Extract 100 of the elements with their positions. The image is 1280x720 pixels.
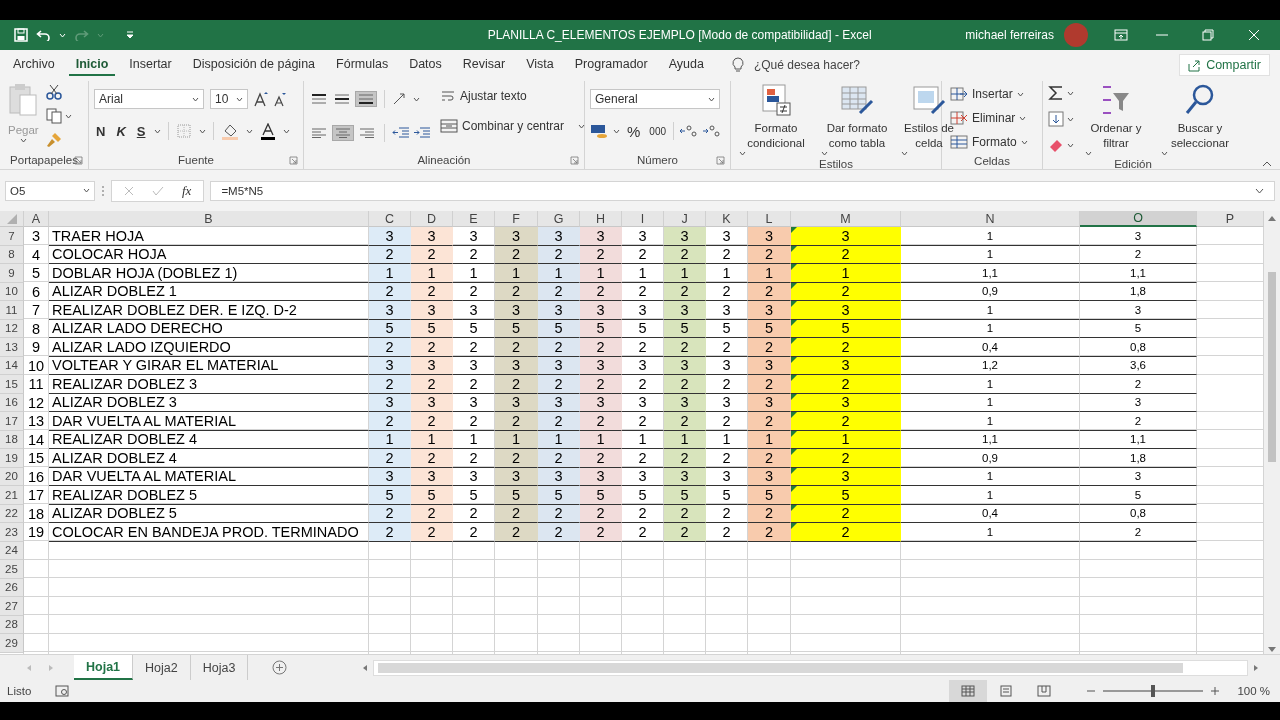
dropdown-caret-icon[interactable] (192, 96, 199, 102)
add-sheet-icon[interactable] (272, 660, 288, 675)
row-header[interactable]: 11 (0, 301, 24, 320)
dropdown-caret-icon[interactable] (83, 188, 90, 193)
fill-color-icon[interactable] (221, 122, 240, 140)
eraser-icon[interactable] (1048, 137, 1064, 153)
ribbon-tab[interactable]: Vista (519, 54, 561, 76)
caret-icon[interactable] (578, 123, 586, 129)
ribbon-tab[interactable]: Inicio (68, 54, 116, 76)
ribbon-tab[interactable]: Revisar (455, 54, 513, 76)
number-format-field[interactable]: General (590, 89, 720, 109)
increase-decimal-icon[interactable] (679, 123, 698, 139)
macro-record-icon[interactable] (55, 685, 70, 697)
align-top-button[interactable] (309, 92, 329, 106)
row-header[interactable]: 9 (0, 264, 24, 283)
bold-button[interactable]: N (94, 123, 108, 139)
caret-icon[interactable] (1067, 116, 1074, 122)
caret-icon[interactable] (1016, 91, 1024, 97)
caret-icon[interactable] (199, 128, 207, 134)
thousands-button[interactable]: 000 (647, 125, 669, 137)
caret-icon[interactable] (901, 151, 908, 156)
ribbon-tab[interactable]: Insertar (122, 54, 179, 76)
ribbon-tab[interactable]: Fórmulas (329, 54, 396, 76)
caret-icon[interactable] (154, 128, 162, 134)
font-name-field[interactable]: Arial (94, 89, 204, 109)
caret-icon[interactable] (1085, 151, 1092, 156)
align-middle-button[interactable] (332, 92, 352, 106)
check-icon[interactable] (152, 185, 164, 196)
dialog-launcher-icon[interactable] (570, 156, 579, 165)
row-header[interactable]: 17 (0, 412, 24, 431)
insert-function-button[interactable]: fx (182, 182, 192, 199)
scissors-icon[interactable] (45, 84, 62, 100)
ribbon-tab[interactable]: Disposición de página (185, 54, 323, 76)
row-header[interactable]: 19 (0, 449, 24, 468)
tell-me-field[interactable]: ¿Qué desea hacer? (753, 58, 860, 72)
dropdown-caret-icon[interactable] (236, 96, 243, 102)
row-header[interactable]: 15 (0, 375, 24, 394)
expand-caret-icon[interactable] (1255, 187, 1264, 194)
caret-icon[interactable] (1067, 90, 1074, 96)
caret-icon[interactable] (413, 96, 420, 102)
align-bottom-button[interactable] (355, 91, 377, 107)
row-header[interactable]: 7 (0, 227, 24, 246)
scroll-left-icon[interactable] (361, 663, 370, 672)
ribbon-tab[interactable]: Archivo (6, 54, 62, 76)
sum-icon[interactable] (1048, 85, 1064, 101)
dialog-launcher-icon[interactable] (716, 156, 725, 165)
row-header[interactable]: 21 (0, 486, 24, 505)
column-header[interactable]: O (1080, 211, 1197, 227)
dialog-launcher-icon[interactable] (289, 156, 298, 165)
normal-view-button[interactable] (949, 680, 988, 702)
row-header[interactable]: 13 (0, 338, 24, 357)
align-right-button[interactable] (357, 126, 377, 140)
zoom-level[interactable]: 100 % (1237, 685, 1270, 697)
save-icon[interactable] (14, 28, 28, 42)
format-as-table-button[interactable]: Dar formato como tabla (818, 81, 896, 158)
dropdown-caret-icon[interactable] (708, 96, 715, 102)
caret-icon[interactable] (64, 113, 72, 119)
caret-icon[interactable] (821, 151, 828, 156)
name-box[interactable]: O5 (5, 180, 95, 201)
align-center-button[interactable] (332, 125, 354, 141)
fill-down-icon[interactable] (1048, 111, 1064, 127)
share-button[interactable]: Compartir (1179, 54, 1270, 76)
caret-icon[interactable] (613, 128, 620, 134)
find-select-button[interactable]: Buscar y seleccionar (1158, 81, 1242, 158)
row-header[interactable]: 25 (0, 560, 24, 579)
caret-icon[interactable] (19, 138, 27, 143)
zoom-in-icon[interactable] (1211, 687, 1220, 695)
sort-filter-button[interactable]: Ordenar y filtrar (1082, 81, 1150, 158)
italic-button[interactable]: K (114, 123, 128, 139)
caret-icon[interactable] (246, 128, 254, 134)
merge-center-button[interactable]: Combinar y centrar (437, 115, 589, 137)
decrease-decimal-icon[interactable] (702, 123, 721, 139)
sheet-tab[interactable]: Hoja1 (74, 655, 134, 680)
ribbon-tab[interactable]: Programador (567, 54, 655, 76)
row-header[interactable]: 29 (0, 634, 24, 653)
scroll-thumb[interactable] (1268, 272, 1276, 462)
ribbon-tab[interactable]: Ayuda (661, 54, 711, 76)
underline-button[interactable]: S (134, 123, 148, 139)
row-header[interactable]: 27 (0, 597, 24, 616)
caret-icon[interactable] (1067, 142, 1074, 148)
collapse-ribbon-icon[interactable] (1262, 160, 1272, 167)
caret-icon[interactable] (1161, 151, 1168, 156)
align-left-button[interactable] (309, 126, 329, 140)
percent-button[interactable]: % (625, 122, 643, 140)
zoom-slider-thumb[interactable] (1151, 685, 1156, 697)
copy-icon[interactable] (45, 108, 62, 124)
shrink-font-icon[interactable] (274, 91, 286, 107)
scroll-up-icon[interactable] (1267, 214, 1277, 222)
scroll-thumb[interactable] (378, 662, 1184, 673)
undo-icon[interactable] (36, 29, 51, 41)
conditional-format-button[interactable]: Formato condicional (736, 81, 816, 158)
caret-icon[interactable] (739, 151, 746, 156)
font-color-icon[interactable] (260, 122, 277, 140)
ribbon-display-icon[interactable] (1114, 29, 1128, 41)
scroll-right-icon[interactable] (1252, 663, 1260, 672)
font-size-field[interactable]: 10 (210, 89, 248, 109)
ribbon-tab[interactable]: Datos (402, 54, 449, 76)
caret-icon[interactable] (1019, 115, 1027, 121)
wrap-text-button[interactable]: Ajustar texto (437, 85, 589, 107)
formula-field[interactable]: =M5*N5 (210, 180, 1275, 201)
